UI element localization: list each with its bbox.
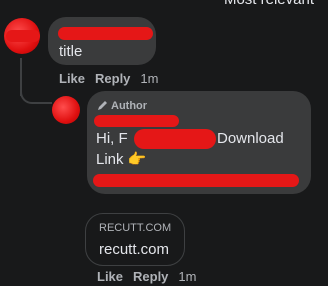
pointing-hand-icon: 👉 xyxy=(127,151,147,168)
link-title: recutt.com xyxy=(99,241,170,258)
link-domain: RECUTT.COM xyxy=(99,222,172,234)
comment-text: title xyxy=(59,43,83,60)
pencil-icon xyxy=(97,100,111,112)
reply-bubble[interactable]: Author Hi, F Download Link 👉 xyxy=(87,91,311,194)
sort-label[interactable]: Most relevant xyxy=(224,0,314,8)
reply-text-download: Download xyxy=(217,130,284,147)
comment-thread: Most relevant title Like Reply 1m Author H… xyxy=(0,0,328,286)
reply-text-line1: Hi, F xyxy=(96,129,128,148)
comment-actions: Like Reply 1m xyxy=(59,71,168,86)
reply-button[interactable]: Reply xyxy=(95,71,130,86)
redacted-link-url xyxy=(93,174,299,187)
timestamp[interactable]: 1m xyxy=(178,269,196,284)
reply-greeting: Hi, F xyxy=(96,130,128,147)
thread-connector xyxy=(20,82,52,104)
reply-button[interactable]: Reply xyxy=(133,269,168,284)
reply-text-line2: Link 👉 xyxy=(96,150,146,169)
redacted-commenter-name xyxy=(58,27,153,40)
redacted-author-name xyxy=(94,115,179,127)
author-badge: Author xyxy=(97,100,147,112)
link-preview-card[interactable]: RECUTT.COM recutt.com xyxy=(85,213,185,266)
like-button[interactable]: Like xyxy=(97,269,123,284)
redaction-mark xyxy=(6,30,40,42)
comment-bubble[interactable]: title xyxy=(48,17,156,65)
timestamp[interactable]: 1m xyxy=(140,71,158,86)
reply-link-word: Link xyxy=(96,151,124,168)
like-button[interactable]: Like xyxy=(59,71,85,86)
redacted-mention xyxy=(134,129,216,149)
author-avatar[interactable] xyxy=(52,96,80,124)
author-badge-label: Author xyxy=(111,100,148,112)
reply-actions: Like Reply 1m xyxy=(97,269,206,284)
